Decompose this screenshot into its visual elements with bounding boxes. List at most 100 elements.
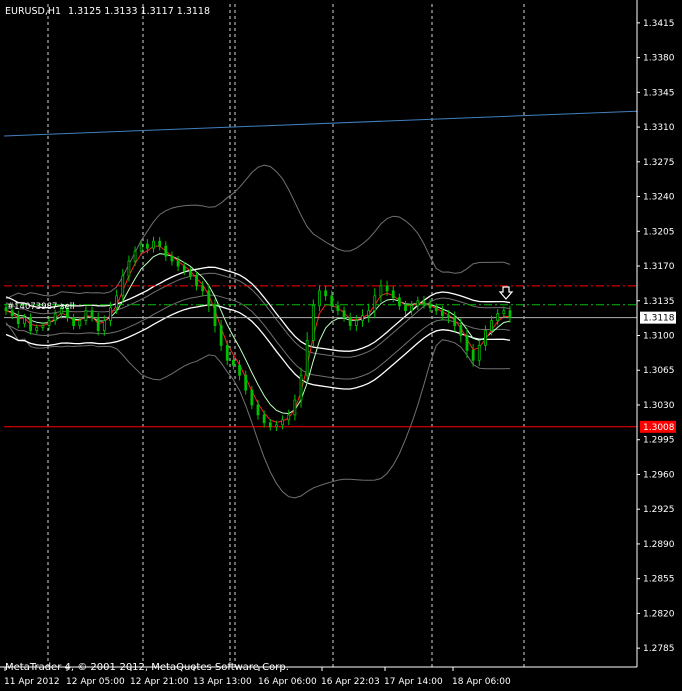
candle-body bbox=[490, 320, 493, 331]
candle-body bbox=[256, 404, 260, 416]
y-tick-label: 1.2995 bbox=[643, 436, 675, 446]
candle-body bbox=[145, 243, 149, 249]
candle-body bbox=[158, 240, 162, 247]
y-tick-label: 1.3030 bbox=[643, 401, 675, 411]
candle-body bbox=[484, 330, 487, 346]
candle-body bbox=[305, 340, 309, 376]
candle-body bbox=[53, 313, 57, 322]
x-tick-label: 12 Apr 21:00 bbox=[130, 677, 189, 687]
candle-body bbox=[379, 285, 383, 297]
y-tick-label: 1.2820 bbox=[643, 609, 675, 619]
bid-price-text: 1.3118 bbox=[643, 314, 675, 324]
candle-body bbox=[201, 285, 205, 292]
y-tick-label: 1.3415 bbox=[643, 19, 675, 29]
candle-body bbox=[293, 399, 297, 416]
candle-body bbox=[121, 275, 125, 297]
y-tick-label: 1.2890 bbox=[643, 540, 675, 550]
candle-body bbox=[336, 305, 340, 312]
candle-body bbox=[78, 320, 82, 326]
candle-body bbox=[428, 303, 432, 309]
candle-body bbox=[41, 325, 45, 328]
support-price-text: 1.3008 bbox=[643, 423, 675, 433]
candle-body bbox=[170, 255, 174, 262]
candle-body bbox=[496, 313, 500, 322]
candle-body bbox=[373, 295, 377, 312]
candle-body bbox=[152, 240, 155, 249]
candle-body bbox=[354, 320, 358, 326]
candle-body bbox=[182, 265, 186, 272]
candle-body bbox=[416, 300, 420, 307]
candle-body bbox=[35, 327, 39, 331]
candle-body bbox=[90, 310, 94, 319]
candle-body bbox=[96, 317, 100, 331]
candle-body bbox=[232, 359, 235, 366]
y-tick-label: 1.3135 bbox=[643, 297, 675, 307]
copyright-footer: MetaTrader 4, © 2001-2012, MetaQuotes So… bbox=[5, 662, 289, 673]
y-tick-label: 1.2785 bbox=[643, 644, 675, 654]
candle-body bbox=[447, 315, 450, 319]
candle-body bbox=[47, 320, 51, 326]
candle-body bbox=[207, 290, 211, 307]
candle-body bbox=[102, 320, 106, 331]
candle-body bbox=[385, 285, 389, 292]
candle-body bbox=[29, 317, 32, 331]
candle-body bbox=[342, 310, 346, 319]
candle-body bbox=[250, 389, 254, 406]
candle-body bbox=[410, 305, 414, 312]
candle-body bbox=[268, 422, 272, 428]
candle-body bbox=[348, 317, 352, 326]
candle-body bbox=[508, 310, 512, 319]
candle-body bbox=[440, 310, 444, 317]
candle-body bbox=[72, 317, 76, 326]
candle-body bbox=[115, 295, 119, 309]
candle-body bbox=[262, 414, 266, 424]
candle-body bbox=[477, 345, 481, 361]
candle-body bbox=[275, 424, 278, 428]
candle-body bbox=[127, 260, 131, 277]
x-tick-label: 12 Apr 05:00 bbox=[66, 677, 125, 687]
candle-body bbox=[434, 307, 438, 312]
x-tick-label: 11 Apr 2012 bbox=[4, 677, 60, 687]
x-tick-label: 16 Apr 06:00 bbox=[258, 677, 317, 687]
candle-body bbox=[281, 419, 284, 426]
candle-body bbox=[361, 315, 364, 322]
candle-body bbox=[397, 297, 401, 307]
candle-body bbox=[367, 310, 371, 317]
candle-body bbox=[453, 317, 457, 326]
y-tick-label: 1.3170 bbox=[643, 262, 675, 272]
candle-body bbox=[311, 305, 315, 341]
candle-body bbox=[195, 275, 198, 287]
x-tick-label: 18 Apr 06:00 bbox=[452, 677, 511, 687]
candle-body bbox=[324, 290, 328, 297]
candle-body bbox=[219, 325, 223, 346]
candle-body bbox=[164, 245, 168, 257]
ohlc-label: 1.3125 1.3133 1.3117 1.3118 bbox=[68, 6, 210, 17]
symbol-label: EURUSD,H1 bbox=[5, 6, 61, 17]
y-tick-label: 1.3380 bbox=[643, 54, 675, 64]
candle-body bbox=[133, 250, 137, 262]
x-tick-label: 17 Apr 14:00 bbox=[384, 677, 443, 687]
y-tick-label: 1.2960 bbox=[643, 470, 675, 480]
candle-body bbox=[213, 305, 217, 326]
x-tick-label: 13 Apr 13:00 bbox=[193, 677, 252, 687]
candle-body bbox=[471, 349, 475, 361]
chart-background bbox=[0, 0, 682, 691]
candle-body bbox=[139, 243, 143, 252]
candle-body bbox=[465, 335, 469, 351]
candle-body bbox=[287, 414, 291, 421]
candle-body bbox=[23, 317, 26, 324]
candle-body bbox=[502, 310, 506, 315]
candle-body bbox=[459, 325, 463, 336]
candle-body bbox=[404, 305, 407, 312]
candle-body bbox=[16, 315, 20, 324]
y-tick-label: 1.3100 bbox=[643, 332, 675, 342]
price-chart[interactable]: 1.3415 1.3380 1.3345 1.3310 1.3275 1.3240 1.32… bbox=[0, 0, 682, 691]
y-tick-label: 1.3345 bbox=[643, 88, 675, 98]
candle-body bbox=[188, 270, 192, 277]
candle-body bbox=[109, 307, 112, 322]
y-tick-label: 1.3275 bbox=[643, 158, 675, 168]
y-tick-label: 1.2925 bbox=[643, 505, 675, 515]
y-tick-label: 1.3205 bbox=[643, 227, 675, 237]
y-tick-label: 1.2855 bbox=[643, 575, 675, 585]
y-tick-label: 1.3065 bbox=[643, 366, 675, 376]
